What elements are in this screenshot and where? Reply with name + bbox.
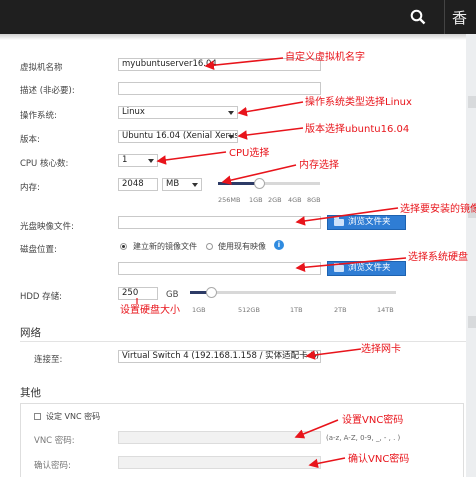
annotation-nic: 选择网卡	[361, 344, 401, 355]
arrow-vnc	[294, 419, 339, 439]
arrow-cpu	[156, 151, 227, 165]
annotation-memory: 内存选择	[299, 160, 339, 171]
arrow-vm-name	[204, 57, 284, 70]
arrow-memory	[221, 164, 297, 185]
annotation-custom-name: 自定义虚拟机名字	[285, 52, 365, 63]
annotation-iso: 选择要安装的镜像	[400, 204, 476, 215]
arrow-disk	[295, 257, 407, 273]
annotation-version: 版本选择ubuntu16.04	[305, 124, 410, 135]
annotation-cpu: CPU选择	[229, 148, 270, 159]
annotation-arrows	[136, 57, 407, 469]
arrow-os	[237, 101, 304, 117]
annotation-vnc-confirm: 确认VNC密码	[348, 454, 410, 465]
arrow-confirm	[308, 457, 346, 469]
annotation-os-type: 操作系统类型选择Linux	[305, 97, 412, 108]
arrow-iso	[295, 207, 399, 226]
arrow-network	[305, 348, 362, 360]
arrow-version	[237, 127, 304, 140]
annotation-vnc-set: 设置VNC密码	[342, 415, 404, 426]
annotation-disk: 选择系统硬盘	[408, 252, 468, 263]
annotation-disk-size: 设置硬盘大小	[120, 305, 180, 316]
